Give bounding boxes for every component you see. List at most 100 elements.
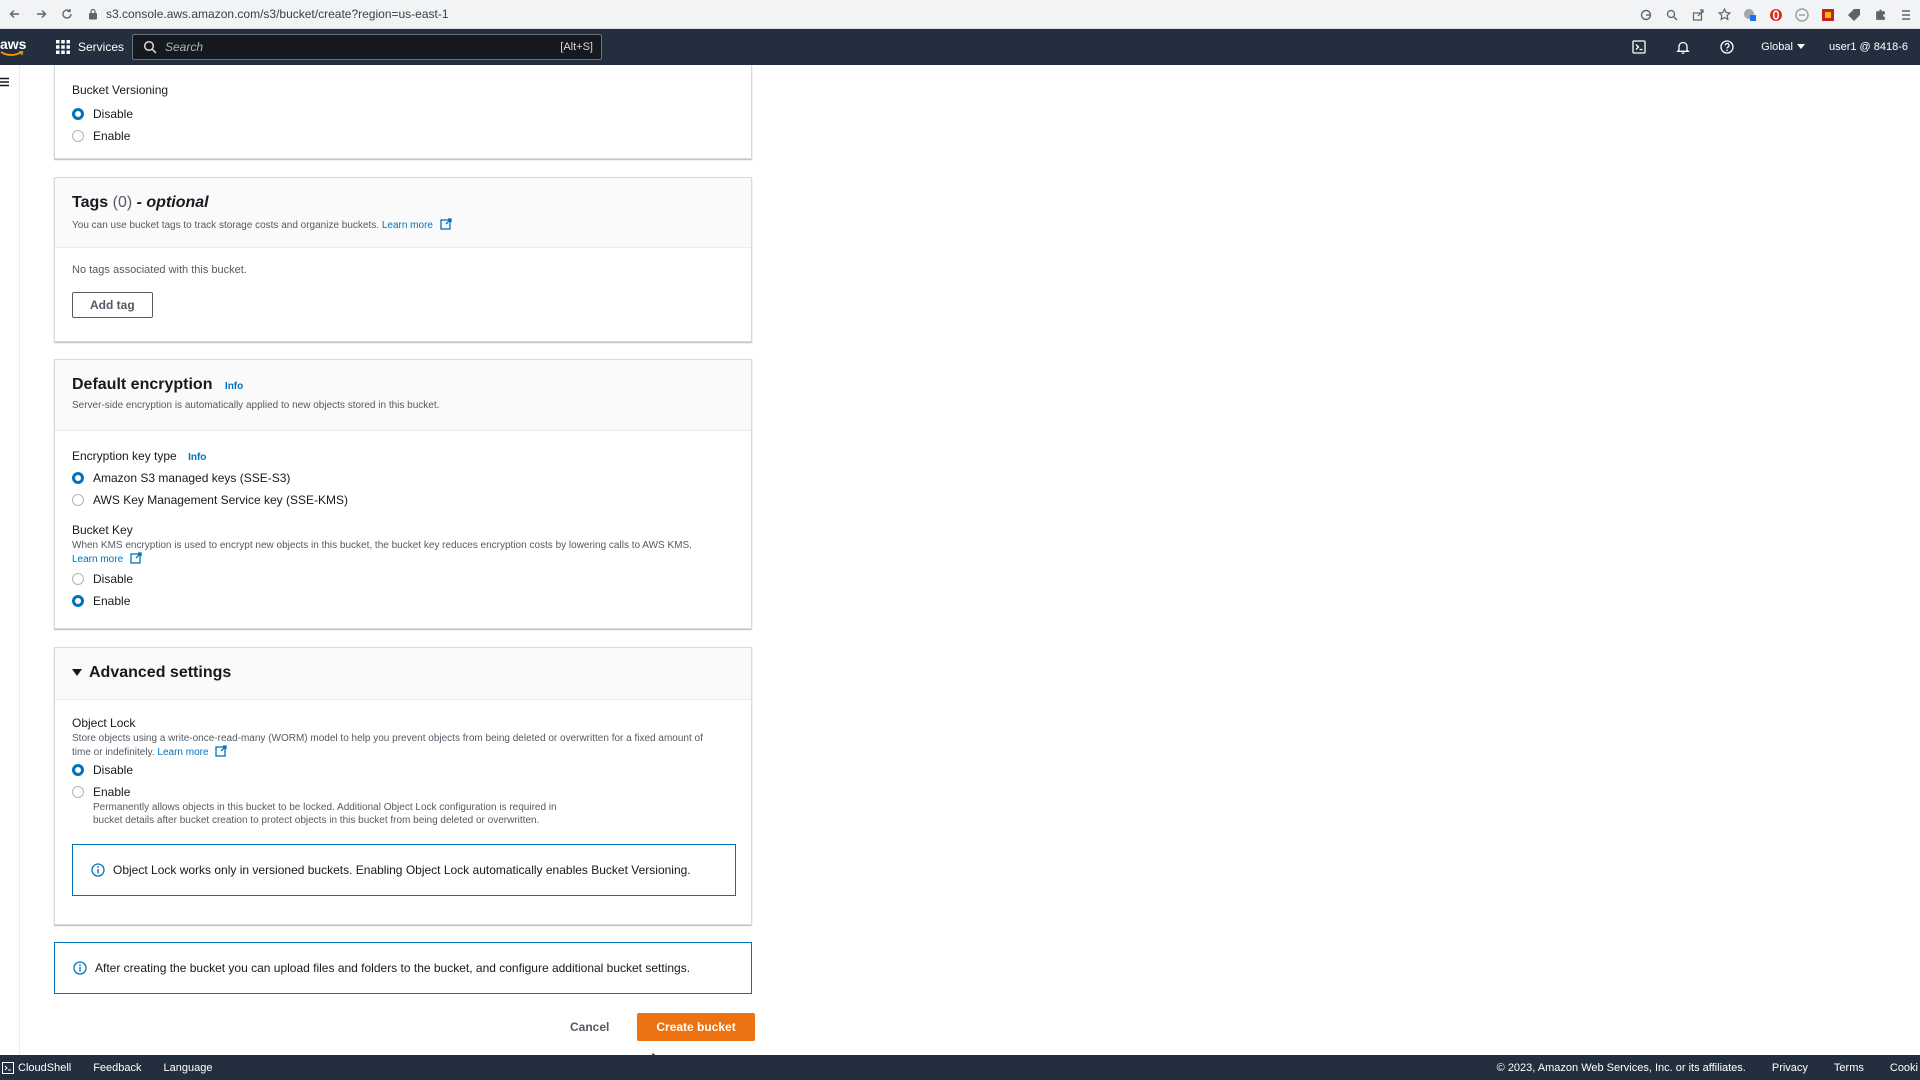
info-icon [91, 863, 105, 877]
tags-learn-more-link[interactable]: Learn more [382, 220, 433, 231]
create-bucket-button[interactable]: Create bucket [637, 1013, 755, 1041]
advanced-settings-toggle[interactable]: Advanced settings [72, 664, 734, 682]
add-tag-button[interactable]: Add tag [72, 292, 153, 318]
footer-privacy-link[interactable]: Privacy [1772, 1062, 1808, 1074]
cloudshell-icon[interactable] [1617, 29, 1661, 65]
key-type-info-link[interactable]: Info [188, 452, 206, 463]
radio-icon[interactable] [72, 130, 84, 142]
after-create-info-text: After creating the bucket you can upload… [95, 961, 691, 975]
object-lock-enable-description: Permanently allows objects in this bucke… [93, 802, 557, 826]
radio-selected-icon[interactable] [72, 472, 84, 484]
extension-color-icon[interactable] [1820, 7, 1836, 23]
radio-icon[interactable] [72, 494, 84, 506]
radio-selected-icon[interactable] [72, 764, 84, 776]
radio-selected-icon[interactable] [72, 595, 84, 607]
encryption-info-link[interactable]: Info [225, 381, 243, 392]
cloudshell-icon [2, 1061, 14, 1074]
after-create-info-alert: After creating the bucket you can upload… [54, 942, 752, 994]
tags-description: You can use bucket tags to track storage… [72, 218, 734, 231]
encryption-description: Server-side encryption is automatically … [72, 400, 440, 411]
zoom-icon[interactable] [1664, 7, 1680, 23]
notifications-icon[interactable] [1661, 29, 1705, 65]
key-type-label: Encryption key type Info [72, 449, 207, 463]
search-placeholder: Search [165, 40, 204, 54]
extension-icon[interactable] [1742, 7, 1758, 23]
tags-card: Tags (0) - optional You can use bucket t… [54, 177, 752, 342]
advanced-settings-card: Advanced settings Object Lock Store obje… [54, 647, 752, 925]
encryption-title: Default encryption Info [72, 376, 244, 393]
back-icon[interactable] [4, 3, 26, 25]
versioning-card: Bucket Versioning Disable Enable [54, 65, 752, 159]
caret-down-icon [1796, 44, 1805, 49]
footer-terms-link[interactable]: Terms [1834, 1062, 1864, 1074]
versioning-disable-option[interactable]: Disable [72, 103, 734, 125]
external-link-icon [215, 745, 227, 757]
aws-smile-icon [0, 51, 24, 56]
versioning-enable-option[interactable]: Enable [72, 125, 734, 147]
hamburger-icon[interactable] [0, 77, 10, 87]
info-icon [73, 961, 87, 975]
google-icon[interactable] [1638, 7, 1654, 23]
reload-icon[interactable] [56, 3, 78, 25]
bucket-key-description: When KMS encryption is used to encrypt n… [72, 540, 692, 565]
extension-grey-icon[interactable] [1794, 7, 1810, 23]
object-lock-learn-more-link[interactable]: Learn more [157, 747, 208, 758]
lock-icon [89, 8, 97, 20]
tags-empty-text: No tags associated with this bucket. [72, 264, 247, 276]
share-icon[interactable] [1690, 7, 1706, 23]
object-lock-disable-option[interactable]: Disable [72, 759, 734, 781]
region-selector[interactable]: Global [1749, 41, 1817, 53]
side-nav-collapsed [0, 65, 20, 1055]
footer: CloudShell Feedback Language © 2023, Ama… [0, 1055, 1920, 1080]
external-link-icon [130, 552, 142, 564]
extension-tag-icon[interactable] [1846, 7, 1862, 23]
address-bar[interactable]: s3.console.aws.amazon.com/s3/bucket/crea… [88, 7, 449, 21]
radio-icon[interactable] [72, 786, 84, 798]
object-lock-alert-text: Object Lock works only in versioned buck… [113, 863, 691, 877]
object-lock-enable-option[interactable]: Enable [72, 781, 734, 803]
tags-count: (0) [112, 194, 133, 211]
caret-down-icon [72, 669, 82, 676]
search-icon [143, 40, 157, 54]
puzzle-icon[interactable] [1872, 7, 1888, 23]
aws-logo[interactable]: aws [0, 33, 32, 61]
bucket-key-disable-option[interactable]: Disable [72, 568, 734, 590]
radio-icon[interactable] [72, 573, 84, 585]
footer-cookie-link[interactable]: Cooki [1890, 1062, 1918, 1074]
aws-top-nav: aws Services Search [Alt+S] Global user1… [0, 29, 1920, 65]
url-text: s3.console.aws.amazon.com/s3/bucket/crea… [106, 7, 449, 21]
bucket-key-learn-more-link[interactable]: Learn more [72, 554, 123, 565]
tags-title: Tags (0) - optional [72, 194, 209, 211]
forward-icon[interactable] [30, 3, 52, 25]
menu-icon[interactable] [1898, 7, 1914, 23]
radio-selected-icon[interactable] [72, 108, 84, 120]
sse-kms-option[interactable]: AWS Key Management Service key (SSE-KMS) [72, 489, 734, 511]
footer-cloudshell[interactable]: CloudShell [2, 1061, 71, 1074]
cancel-button[interactable]: Cancel [554, 1014, 625, 1040]
footer-feedback-link[interactable]: Feedback [93, 1062, 141, 1074]
browser-bar: s3.console.aws.amazon.com/s3/bucket/crea… [0, 0, 1920, 29]
external-link-icon [440, 218, 452, 230]
grid-icon [56, 40, 70, 54]
footer-copyright: © 2023, Amazon Web Services, Inc. or its… [1496, 1061, 1746, 1074]
bucket-key-enable-option[interactable]: Enable [72, 590, 734, 612]
star-icon[interactable] [1716, 7, 1732, 23]
search-shortcut: [Alt+S] [560, 41, 593, 53]
services-menu[interactable]: Services [56, 40, 124, 54]
extension-red-icon[interactable] [1768, 7, 1784, 23]
object-lock-label: Object Lock [72, 716, 136, 730]
tags-optional: - optional [136, 194, 209, 211]
footer-language-link[interactable]: Language [164, 1062, 213, 1074]
form-actions: Cancel Create bucket [554, 1013, 755, 1041]
sse-s3-option[interactable]: Amazon S3 managed keys (SSE-S3) [72, 467, 734, 489]
bucket-key-label: Bucket Key [72, 523, 133, 537]
search-input[interactable]: Search [Alt+S] [132, 34, 602, 60]
encryption-card: Default encryption Info Server-side encr… [54, 359, 752, 629]
versioning-label: Bucket Versioning [72, 83, 169, 97]
account-label: user1 @ 8418-6 [1828, 41, 1908, 53]
object-lock-description: Store objects using a write-once-read-ma… [72, 733, 703, 758]
services-label: Services [78, 40, 125, 54]
region-label: Global [1761, 41, 1793, 53]
account-menu[interactable]: user1 @ 8418-6 [1817, 41, 1920, 53]
help-icon[interactable] [1705, 29, 1749, 65]
